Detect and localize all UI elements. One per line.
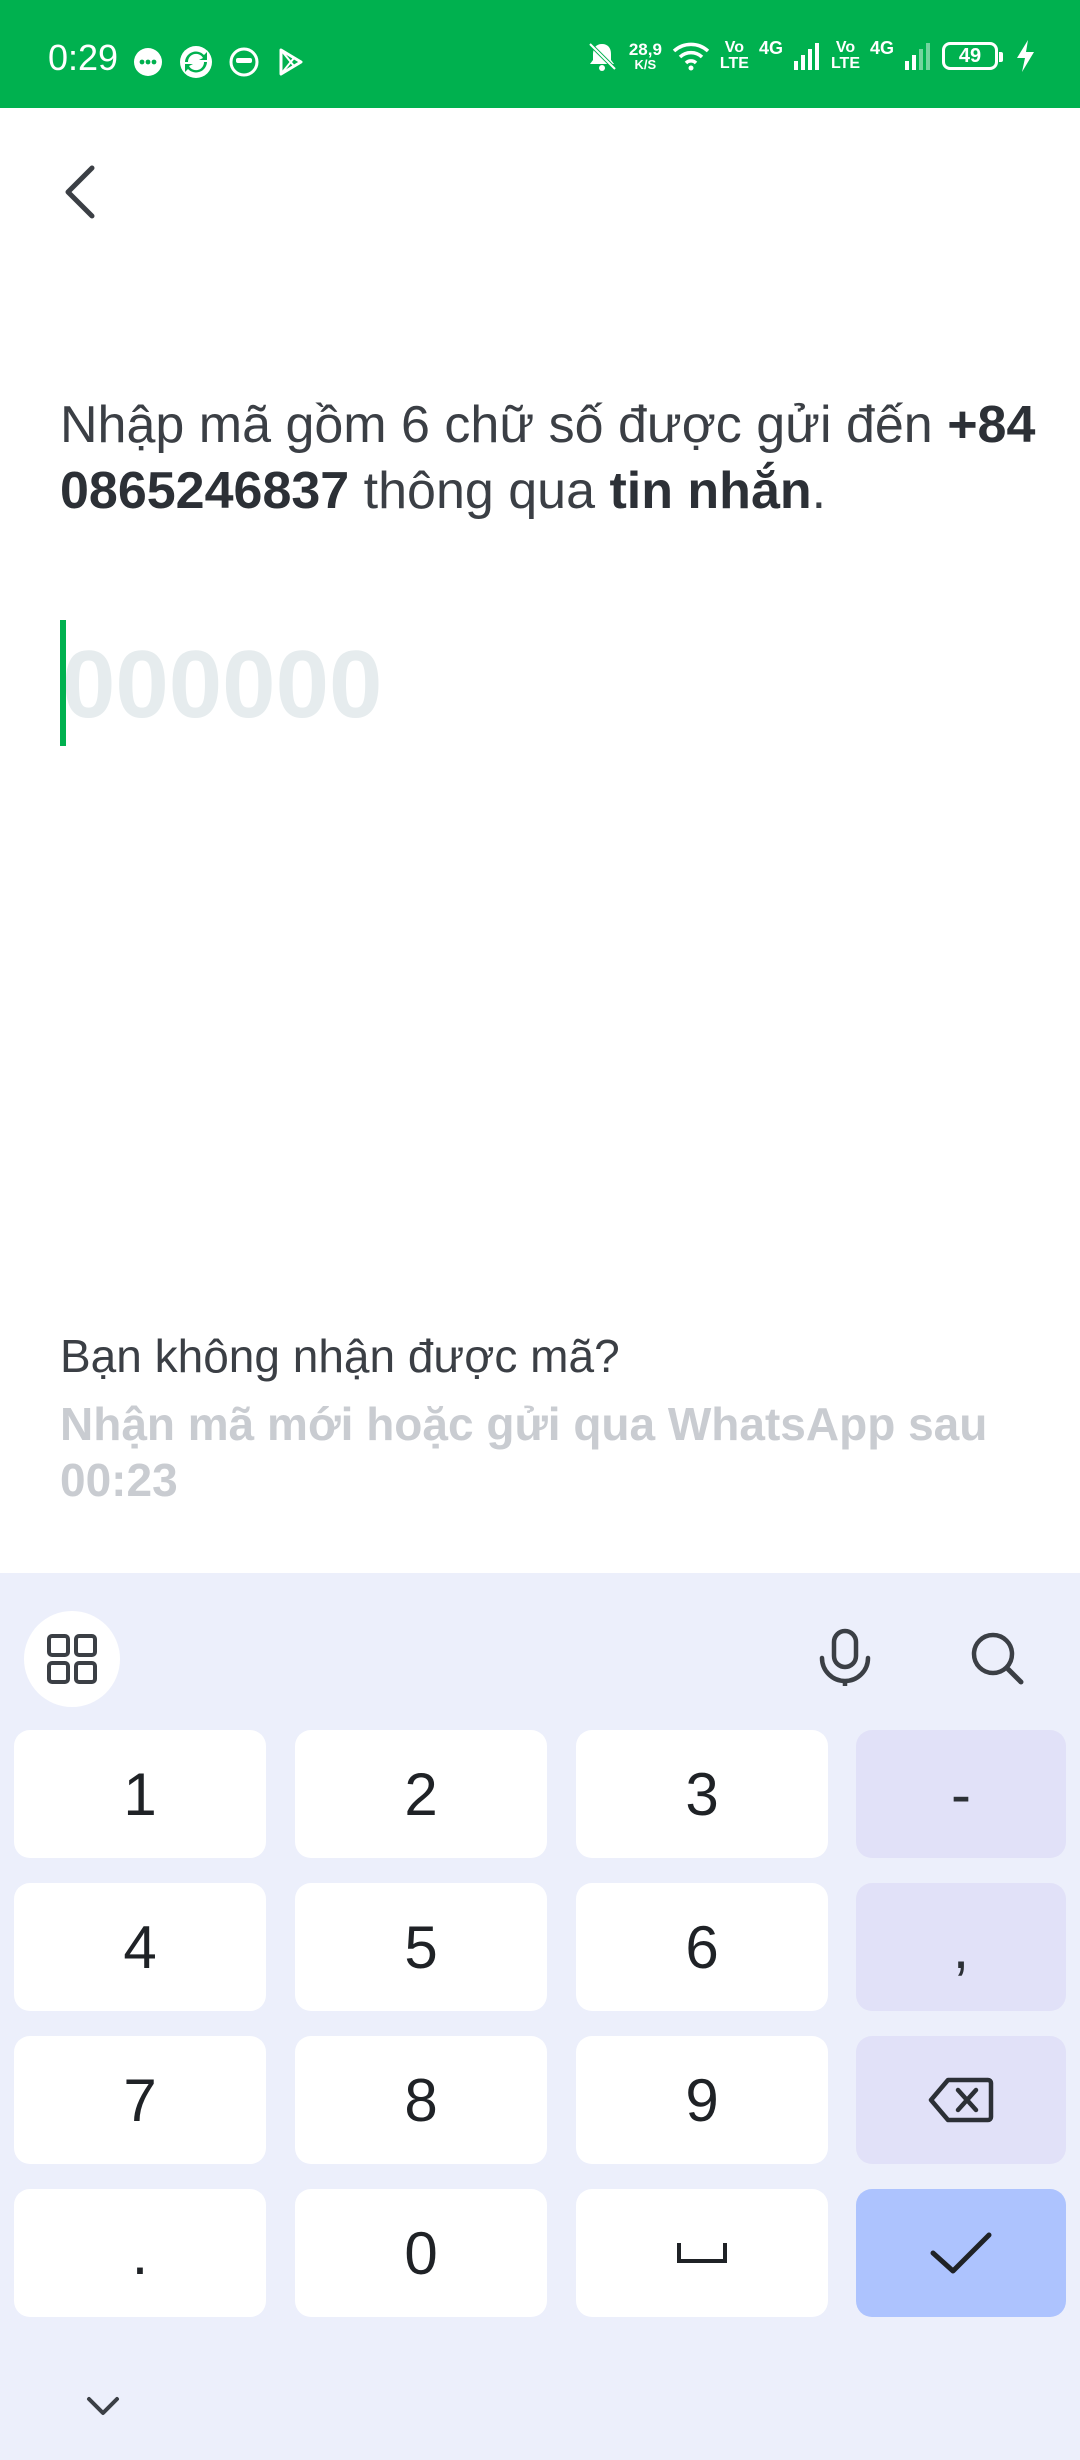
- otp-placeholder: 000000: [62, 631, 383, 738]
- voice-input-button[interactable]: [800, 1613, 890, 1703]
- backspace-icon: [928, 2077, 994, 2123]
- play-store-icon: [279, 48, 303, 76]
- key-space[interactable]: [576, 2189, 828, 2317]
- volte-top-label: Vo: [835, 39, 856, 56]
- delivery-channel: tin nhắn: [609, 462, 812, 520]
- microphone-icon: [819, 1628, 871, 1686]
- key-0[interactable]: 0: [295, 2189, 547, 2317]
- key-backspace[interactable]: [856, 2036, 1066, 2164]
- key-dash[interactable]: -: [856, 1730, 1066, 1858]
- instruction-middle: thông qua: [349, 462, 610, 520]
- resend-info-text: Nhận mã mới hoặc gửi qua WhatsApp sau: [60, 1398, 988, 1450]
- key-comma[interactable]: ,: [856, 1883, 1066, 2011]
- volte-indicator-2: Vo LTE: [831, 40, 860, 72]
- phone-country-code: +84: [947, 396, 1036, 454]
- charging-bolt-icon: [1017, 40, 1034, 72]
- signal-strength-icon-1: [793, 43, 819, 70]
- instruction-suffix: .: [811, 462, 827, 520]
- hide-keyboard-button[interactable]: [78, 2381, 128, 2431]
- key-1[interactable]: 1: [14, 1730, 266, 1858]
- key-9[interactable]: 9: [576, 2036, 828, 2164]
- keyboard-search-button[interactable]: [952, 1613, 1042, 1703]
- network-speed: 28,9 K/S: [629, 41, 662, 72]
- network-speed-value: 28,9: [628, 39, 662, 59]
- wifi-icon: [672, 42, 710, 71]
- key-7[interactable]: 7: [14, 2036, 266, 2164]
- chevron-down-icon: [87, 2397, 119, 2415]
- key-dot[interactable]: .: [14, 2189, 266, 2317]
- instruction-text: Nhập mã gồm 6 chữ số được gửi đến +84 08…: [60, 392, 1070, 524]
- volte-top-label: Vo: [724, 39, 745, 56]
- chevron-left-icon: [65, 165, 95, 219]
- checkmark-icon: [930, 2232, 992, 2274]
- otp-verification-screen: 0:29 28,9 K/S Vo LTE 4G Vo LTE 4G 49 Nhậ…: [0, 0, 1080, 2460]
- volte-bottom-label: LTE: [830, 55, 860, 72]
- apps-grid-icon: [47, 1634, 97, 1684]
- app-notification-icon: [180, 46, 212, 78]
- status-time: 0:29: [48, 37, 119, 78]
- network-type-label-1: 4G: [758, 38, 783, 58]
- otp-code-input[interactable]: 000000: [58, 616, 658, 750]
- resend-link-disabled[interactable]: Nhận mã mới hoặc gửi qua WhatsApp sau 00…: [60, 1396, 1040, 1508]
- phone-number: 0865246837: [60, 462, 350, 520]
- resend-question: Bạn không nhận được mã?: [60, 1330, 620, 1382]
- instruction-line-2: 0865246837 thông qua tin nhắn.: [60, 458, 1070, 524]
- key-6[interactable]: 6: [576, 1883, 828, 2011]
- key-3[interactable]: 3: [576, 1730, 828, 1858]
- status-bar: 0:29 28,9 K/S Vo LTE 4G Vo LTE 4G 49: [0, 0, 1080, 108]
- network-speed-unit: K/S: [634, 56, 657, 72]
- instruction-prefix: Nhập mã gồm 6 chữ số được gửi đến: [60, 396, 948, 454]
- instruction-line-1: Nhập mã gồm 6 chữ số được gửi đến +84: [60, 392, 1070, 458]
- space-icon: [677, 2243, 727, 2263]
- face-notification-icon: [229, 47, 259, 77]
- text-caret: [60, 620, 66, 746]
- keyboard-apps-button[interactable]: [24, 1611, 120, 1707]
- volte-bottom-label: LTE: [719, 55, 749, 72]
- resend-countdown: 00:23: [60, 1454, 178, 1506]
- back-button[interactable]: [52, 160, 116, 224]
- battery-indicator: 49: [942, 42, 1003, 70]
- key-4[interactable]: 4: [14, 1883, 266, 2011]
- volte-indicator-1: Vo LTE: [720, 40, 749, 72]
- status-indicators: 28,9 K/S Vo LTE 4G Vo LTE 4G 49: [585, 36, 1036, 76]
- numeric-keyboard: 1 2 3 - 4 5 6 , 7 8 9 . 0: [0, 1573, 1080, 2460]
- key-8[interactable]: 8: [295, 2036, 547, 2164]
- mute-bell-icon: [588, 42, 617, 71]
- key-done[interactable]: [856, 2189, 1066, 2317]
- key-2[interactable]: 2: [295, 1730, 547, 1858]
- key-5[interactable]: 5: [295, 1883, 547, 2011]
- search-icon: [971, 1632, 1024, 1685]
- messenger-notification-icon: [134, 48, 162, 76]
- signal-strength-icon-2: [905, 43, 930, 70]
- network-type-label-2: 4G: [869, 38, 894, 58]
